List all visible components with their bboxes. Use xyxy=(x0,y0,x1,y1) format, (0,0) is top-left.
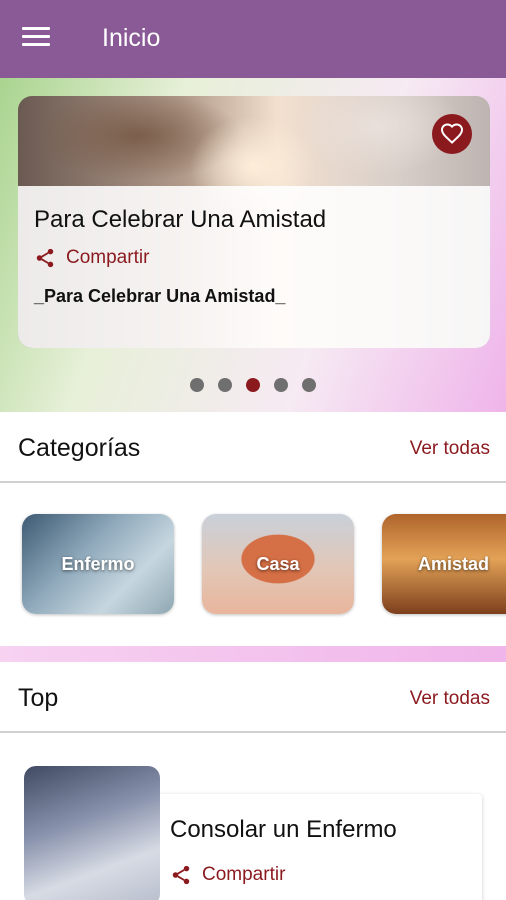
category-label: Amistad xyxy=(418,554,490,574)
menu-button[interactable] xyxy=(22,27,56,53)
carousel-dot[interactable] xyxy=(274,378,288,392)
divider xyxy=(0,731,506,733)
top-see-all-link[interactable]: Ver todas xyxy=(410,688,490,710)
hero-card[interactable]: Para Celebrar Una Amistad Compartir _Par… xyxy=(18,96,490,348)
app-bar: Inicio xyxy=(0,0,506,78)
hero-share-button[interactable]: Compartir xyxy=(34,247,149,269)
carousel-dot[interactable] xyxy=(190,378,204,392)
category-label: Enfermo xyxy=(61,554,135,574)
menu-icon-line xyxy=(22,43,50,46)
list-item-image xyxy=(24,766,160,900)
menu-icon xyxy=(22,27,50,30)
divider xyxy=(0,481,506,483)
category-card-amistad[interactable]: Amistad xyxy=(382,514,506,614)
carousel-dot[interactable] xyxy=(218,378,232,392)
list-item-card: Consolar un Enfermo Compartir xyxy=(144,794,482,900)
share-icon xyxy=(172,865,190,885)
share-label: Compartir xyxy=(66,247,150,268)
categories-list: Enfermo Casa Amistad xyxy=(0,484,506,646)
menu-icon-line xyxy=(22,35,50,38)
hero-carousel: Para Celebrar Una Amistad Compartir _Par… xyxy=(0,78,506,412)
categories-title: Categorías xyxy=(18,434,141,462)
carousel-dot[interactable] xyxy=(302,378,316,392)
list-item-title: Consolar un Enfermo xyxy=(170,816,397,843)
top-title: Top xyxy=(18,684,59,712)
heart-icon xyxy=(440,123,464,144)
list-item[interactable]: Consolar un Enfermo Compartir xyxy=(24,766,484,900)
carousel-dots xyxy=(0,378,506,392)
carousel-dot-active[interactable] xyxy=(246,378,260,392)
top-header: Top Ver todas xyxy=(0,662,506,732)
category-card-enfermo[interactable]: Enfermo xyxy=(22,514,174,614)
share-label: Compartir xyxy=(202,864,286,885)
category-label: Casa xyxy=(256,554,300,574)
list-item-share-button[interactable]: Compartir xyxy=(170,864,285,886)
category-card-casa[interactable]: Casa xyxy=(202,514,354,614)
categories-see-all-link[interactable]: Ver todas xyxy=(410,438,490,460)
page-title: Inicio xyxy=(102,24,161,52)
section-separator xyxy=(0,646,506,662)
share-icon xyxy=(36,248,54,268)
hero-subtitle: _Para Celebrar Una Amistad_ xyxy=(34,286,286,306)
hero-title: Para Celebrar Una Amistad xyxy=(34,206,327,233)
categories-header: Categorías Ver todas xyxy=(0,412,506,482)
favorite-button[interactable] xyxy=(432,114,472,154)
